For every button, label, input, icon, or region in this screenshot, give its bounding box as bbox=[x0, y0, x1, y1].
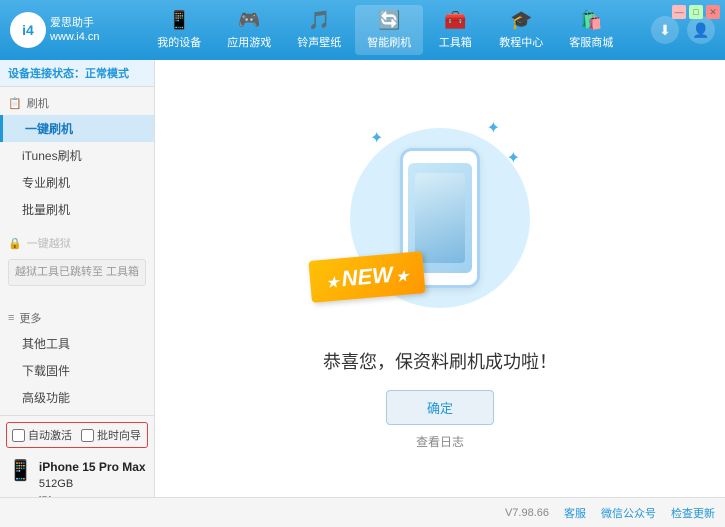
user-button[interactable]: 👤 bbox=[687, 16, 715, 44]
time-guide-label[interactable]: 批时向导 bbox=[81, 427, 141, 443]
maximize-button[interactable]: □ bbox=[689, 5, 703, 19]
jailbreak-group: 🔒 一键越狱 bbox=[0, 231, 154, 255]
footer-support[interactable]: 客服 bbox=[564, 505, 586, 521]
phone-screen-inner bbox=[415, 173, 465, 263]
batch-flash-item[interactable]: 批量刷机 bbox=[0, 196, 154, 223]
itunes-flash-item[interactable]: iTunes刷机 bbox=[0, 142, 154, 169]
more-label: 更多 bbox=[19, 310, 41, 326]
more-section: ≡ 更多 其他工具 下载固件 高级功能 bbox=[0, 302, 154, 415]
auto-activate-checkbox[interactable] bbox=[12, 429, 25, 442]
one-click-flash-item[interactable]: 一键刷机 bbox=[0, 115, 154, 142]
jailbreak-disabled-box: 越狱工具已跳转至 工具箱 bbox=[8, 259, 146, 286]
nav-item-my-device[interactable]: 📱 我的设备 bbox=[145, 5, 213, 55]
nav-item-ringtone[interactable]: 🎵 铃声壁纸 bbox=[285, 5, 353, 55]
sparkle-2: ✦ bbox=[487, 118, 500, 138]
one-click-flash-label: 一键刷机 bbox=[25, 120, 73, 137]
download-firmware-item[interactable]: 下载固件 bbox=[0, 357, 154, 384]
auto-activate-label[interactable]: 自动激活 bbox=[12, 427, 72, 443]
logo: i4 爱思助手 www.i4.cn bbox=[10, 12, 100, 48]
other-tools-item[interactable]: 其他工具 bbox=[0, 330, 154, 357]
jailbreak-icon: 🔒 bbox=[8, 237, 22, 250]
device-name: iPhone 15 Pro Max bbox=[39, 458, 146, 476]
apps-games-label: 应用游戏 bbox=[227, 34, 271, 50]
more-icon: ≡ bbox=[8, 312, 14, 324]
status-bar: 设备连接状态：正常模式 bbox=[0, 60, 154, 87]
footer-right: V7.98.66 客服 微信公众号 检查更新 bbox=[505, 505, 715, 521]
flash-group[interactable]: 📋 刷机 bbox=[0, 91, 154, 115]
download-firmware-label: 下载固件 bbox=[22, 362, 70, 379]
footer-version: V7.98.66 bbox=[505, 507, 549, 519]
nav-item-service[interactable]: 🛍️ 客服商城 bbox=[557, 5, 625, 55]
auto-controls: 自动激活 批时向导 bbox=[6, 422, 148, 448]
time-guide-checkbox[interactable] bbox=[81, 429, 94, 442]
status-value: 正常模式 bbox=[85, 68, 129, 80]
nav-item-smart-flash[interactable]: 🔄 智能刷机 bbox=[355, 5, 423, 55]
advanced-item[interactable]: 高级功能 bbox=[0, 384, 154, 411]
device-info: 📱 iPhone 15 Pro Max 512GB iPhone bbox=[6, 454, 148, 497]
device-storage: 512GB bbox=[39, 476, 146, 493]
itunes-flash-label: iTunes刷机 bbox=[22, 147, 82, 164]
app-name: 爱思助手 bbox=[50, 16, 100, 30]
service-label: 客服商城 bbox=[569, 34, 613, 50]
header-right: ⬇ 👤 bbox=[651, 16, 715, 44]
device-type: iPhone bbox=[39, 493, 146, 497]
jailbreak-disabled-text: 越狱工具已跳转至 工具箱 bbox=[15, 266, 139, 278]
tutorial-icon: 🎓 bbox=[510, 10, 532, 31]
close-button[interactable]: ✕ bbox=[706, 5, 720, 19]
service-icon: 🛍️ bbox=[580, 10, 602, 31]
flash-section-icon: 📋 bbox=[8, 97, 22, 110]
sidebar-bottom: 自动激活 批时向导 📱 iPhone 15 Pro Max 512GB iPho… bbox=[0, 415, 154, 497]
pro-flash-item[interactable]: 专业刷机 bbox=[0, 169, 154, 196]
download-button[interactable]: ⬇ bbox=[651, 16, 679, 44]
my-device-label: 我的设备 bbox=[157, 34, 201, 50]
smart-flash-label: 智能刷机 bbox=[367, 34, 411, 50]
success-image: ✦ ✦ ✦ NEW bbox=[340, 108, 540, 328]
smart-flash-icon: 🔄 bbox=[378, 10, 400, 31]
apps-games-icon: 🎮 bbox=[238, 10, 260, 31]
ringtone-label: 铃声壁纸 bbox=[297, 34, 341, 50]
pro-flash-label: 专业刷机 bbox=[22, 174, 70, 191]
app-url: www.i4.cn bbox=[50, 30, 100, 44]
main-content: ✦ ✦ ✦ NEW 恭喜您，保资料刷机成功啦！ 确定 查看日志 bbox=[155, 60, 725, 497]
logo-icon: i4 bbox=[10, 12, 46, 48]
jailbreak-section: 🔒 一键越狱 越狱工具已跳转至 工具箱 bbox=[0, 227, 154, 294]
nav-item-toolbox[interactable]: 🧰 工具箱 bbox=[425, 5, 485, 55]
jailbreak-label: 一键越狱 bbox=[27, 235, 71, 251]
device-icon: 📱 bbox=[8, 458, 33, 483]
logo-text: 爱思助手 www.i4.cn bbox=[50, 16, 100, 45]
status-label: 设备连接状态： bbox=[8, 68, 85, 80]
footer-wechat[interactable]: 微信公众号 bbox=[601, 505, 656, 521]
toolbox-icon: 🧰 bbox=[444, 10, 466, 31]
sparkle-3: ✦ bbox=[507, 148, 520, 168]
advanced-label: 高级功能 bbox=[22, 389, 70, 406]
confirm-button[interactable]: 确定 bbox=[386, 390, 494, 425]
auto-activate-text: 自动激活 bbox=[28, 427, 72, 443]
sidebar: 设备连接状态：正常模式 📋 刷机 一键刷机 iTunes刷机 专业刷机 批量刷机… bbox=[0, 60, 155, 497]
flash-section-label: 刷机 bbox=[27, 95, 49, 111]
footer: V7.98.66 客服 微信公众号 检查更新 bbox=[0, 497, 725, 527]
nav: 📱 我的设备 🎮 应用游戏 🎵 铃声壁纸 🔄 智能刷机 🧰 工具箱 🎓 bbox=[120, 5, 651, 55]
toolbox-label: 工具箱 bbox=[439, 34, 472, 50]
my-device-icon: 📱 bbox=[168, 10, 190, 31]
success-message: 恭喜您，保资料刷机成功啦！ bbox=[323, 348, 557, 374]
header: i4 爱思助手 www.i4.cn 📱 我的设备 🎮 应用游戏 🎵 铃声壁纸 🔄… bbox=[0, 0, 725, 60]
sparkle-1: ✦ bbox=[370, 128, 383, 148]
view-log-link[interactable]: 查看日志 bbox=[416, 433, 464, 450]
footer-check-update[interactable]: 检查更新 bbox=[671, 505, 715, 521]
device-text: iPhone 15 Pro Max 512GB iPhone bbox=[39, 458, 146, 497]
minimize-button[interactable]: — bbox=[672, 5, 686, 19]
nav-item-tutorial[interactable]: 🎓 教程中心 bbox=[487, 5, 555, 55]
more-group[interactable]: ≡ 更多 bbox=[0, 306, 154, 330]
batch-flash-label: 批量刷机 bbox=[22, 201, 70, 218]
ringtone-icon: 🎵 bbox=[308, 10, 330, 31]
nav-item-apps-games[interactable]: 🎮 应用游戏 bbox=[215, 5, 283, 55]
window-controls: — □ ✕ bbox=[672, 5, 720, 19]
tutorial-label: 教程中心 bbox=[499, 34, 543, 50]
time-guide-text: 批时向导 bbox=[97, 427, 141, 443]
other-tools-label: 其他工具 bbox=[22, 335, 70, 352]
flash-section: 📋 刷机 一键刷机 iTunes刷机 专业刷机 批量刷机 bbox=[0, 87, 154, 227]
